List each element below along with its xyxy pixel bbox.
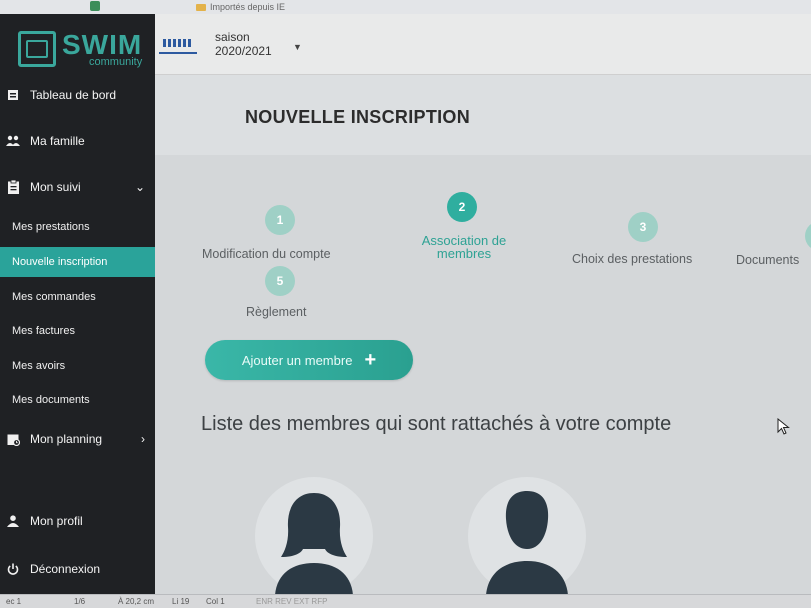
sidebar-subitem-nouvelle-inscription[interactable]: Nouvelle inscription xyxy=(0,247,155,277)
status-section: ec 1 xyxy=(6,597,22,606)
step-label-line: membres xyxy=(436,246,492,261)
step-5-circle[interactable]: 5 xyxy=(265,266,295,296)
male-avatar-icon xyxy=(468,477,586,595)
sidebar-subitem-commandes[interactable]: Mes commandes xyxy=(0,282,155,312)
add-member-button[interactable]: Ajouter un membre + xyxy=(205,340,413,380)
season-selector[interactable]: saison 2020/2021 ▼ xyxy=(215,30,302,58)
sidebar-item-label: Tableau de bord xyxy=(30,88,117,102)
sidebar-subitem-label: Mes documents xyxy=(12,394,90,406)
club-logo[interactable] xyxy=(159,34,197,54)
sidebar-item-family[interactable]: Ma famille xyxy=(0,126,155,156)
sidebar-subitem-prestations[interactable]: Mes prestations xyxy=(0,212,155,242)
sidebar-subitem-label: Mes avoirs xyxy=(12,360,66,372)
bookmark-folder[interactable]: Importés depuis IE xyxy=(196,2,285,12)
member-card[interactable] xyxy=(468,477,586,595)
sidebar-item-label: Déconnexion xyxy=(30,562,101,576)
sidebar-item-logout[interactable]: Déconnexion xyxy=(0,554,155,584)
sidebar-item-label: Mon planning xyxy=(30,432,103,446)
step-3-label[interactable]: Choix des prestations xyxy=(572,252,692,266)
step-2-label[interactable]: Association de membres xyxy=(401,234,527,260)
app-logo[interactable]: SWIM community xyxy=(18,23,146,75)
status-position: À 20,2 cm xyxy=(118,597,155,606)
member-card[interactable] xyxy=(255,477,373,595)
power-icon xyxy=(6,562,20,576)
page-header: NOUVELLE INSCRIPTION xyxy=(155,75,811,155)
sidebar-subitem-label: Mes commandes xyxy=(12,291,96,303)
sidebar-item-profile[interactable]: Mon profil xyxy=(0,506,155,536)
bookmark-folder-label: Importés depuis IE xyxy=(210,2,286,12)
sidebar-subitem-label: Mes factures xyxy=(12,325,75,337)
family-icon xyxy=(6,134,20,148)
sidebar-item-planning[interactable]: Mon planning › xyxy=(0,424,155,454)
step-3-circle[interactable]: 3 xyxy=(628,212,658,242)
dashboard-icon xyxy=(6,88,20,102)
status-flags: ENR REV EXT RFP xyxy=(256,597,328,606)
female-avatar-icon xyxy=(255,477,373,595)
step-number: 1 xyxy=(276,213,284,227)
chevron-right-icon: › xyxy=(141,432,145,446)
sidebar-subitem-avoirs[interactable]: Mes avoirs xyxy=(0,351,155,381)
page-title: NOUVELLE INSCRIPTION xyxy=(245,107,471,127)
status-bar: ec 1 1/6 À 20,2 cm Li 19 Col 1 ENR REV E… xyxy=(0,594,811,608)
season-value: 2020/2021 xyxy=(215,44,272,58)
step-1-label[interactable]: Modification du compte xyxy=(202,247,331,261)
status-line: Li 19 xyxy=(172,597,190,606)
clipboard-icon xyxy=(6,180,20,194)
folder-icon xyxy=(196,3,206,11)
dropdown-arrow-icon: ▼ xyxy=(293,42,302,52)
status-column: Col 1 xyxy=(206,597,225,606)
sidebar-item-label: Ma famille xyxy=(30,134,85,148)
bookmarks-bar: Importés depuis IE xyxy=(0,0,811,14)
sidebar-subitem-factures[interactable]: Mes factures xyxy=(0,316,155,346)
step-number: 5 xyxy=(276,274,284,288)
sidebar-item-dashboard[interactable]: Tableau de bord xyxy=(0,80,155,110)
sidebar-item-suivi[interactable]: Mon suivi ⌄ xyxy=(0,172,155,202)
mouse-cursor-icon xyxy=(777,417,791,441)
user-icon xyxy=(6,514,20,528)
logo-mark xyxy=(18,31,56,67)
logo-text: SWIM xyxy=(62,28,143,60)
sidebar-item-label: Mon suivi xyxy=(30,180,81,194)
add-member-label: Ajouter un membre xyxy=(241,352,353,368)
bookmark-icon[interactable] xyxy=(90,1,100,11)
top-bar: saison 2020/2021 ▼ xyxy=(155,14,811,75)
sidebar-subitem-label: Mes prestations xyxy=(12,221,90,233)
season-label: saison xyxy=(215,30,250,44)
step-4-label[interactable]: Documents xyxy=(736,253,811,267)
step-number: 3 xyxy=(639,220,647,234)
step-5-label[interactable]: Règlement xyxy=(246,305,306,319)
main-content: NOUVELLE INSCRIPTION 1 Modification du c… xyxy=(155,75,811,595)
plus-icon: + xyxy=(364,348,377,371)
chevron-down-icon: ⌄ xyxy=(134,180,145,194)
step-number: 2 xyxy=(458,200,466,214)
status-page: 1/6 xyxy=(74,597,86,606)
sidebar-subitem-label: Nouvelle inscription xyxy=(12,256,108,268)
step-4-circle[interactable]: 4 xyxy=(805,221,811,251)
step-2-circle[interactable]: 2 xyxy=(447,192,477,222)
step-1-circle[interactable]: 1 xyxy=(265,205,295,235)
calendar-icon xyxy=(6,432,20,446)
members-list-heading: Liste des membres qui sont rattachés à v… xyxy=(201,413,672,435)
sidebar-subitem-documents[interactable]: Mes documents xyxy=(0,385,155,415)
sidebar-item-label: Mon profil xyxy=(30,514,83,528)
sidebar: SWIM community Tableau de bord Ma famill… xyxy=(0,14,155,594)
